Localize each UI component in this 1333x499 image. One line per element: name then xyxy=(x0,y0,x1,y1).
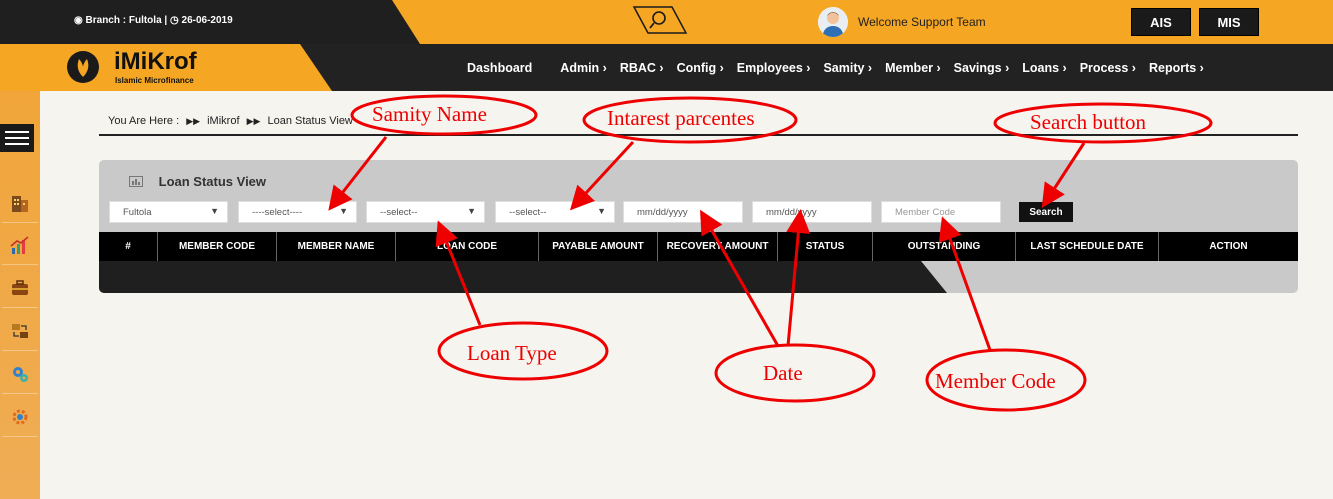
search-toggle-button[interactable] xyxy=(632,6,688,34)
brand-name[interactable]: iMiKrof xyxy=(114,48,197,76)
branch-info: ◉ Branch : Fultola | ◷ 26-06-2019 xyxy=(74,15,233,26)
nav-samity[interactable]: Samity › xyxy=(823,61,872,75)
briefcase-icon[interactable] xyxy=(2,268,38,308)
annotation-search-button: Search button xyxy=(1030,110,1147,134)
breadcrumb-home-link[interactable]: iMikrof xyxy=(207,115,239,127)
current-date: 26-06-2019 xyxy=(181,15,233,26)
ais-button[interactable]: AIS xyxy=(1131,8,1191,36)
globe-icon: ◉ xyxy=(74,15,83,26)
caret-down-icon: ▼ xyxy=(339,206,348,216)
settings-icon[interactable] xyxy=(2,397,38,437)
panel-title: Loan Status View xyxy=(129,174,266,190)
table-body-empty xyxy=(99,261,947,293)
col-status[interactable]: STATUS xyxy=(778,232,873,261)
loan-type-select-value: --select-- xyxy=(380,206,418,218)
logo[interactable] xyxy=(67,51,99,83)
leaf-logo-icon xyxy=(77,59,89,77)
annotation-date: Date xyxy=(763,361,803,385)
member-code-input[interactable]: Member Code xyxy=(881,201,1001,223)
nav-rbac[interactable]: RBAC › xyxy=(620,61,664,75)
col-recovery-amount[interactable]: RECOVERY AMOUNT xyxy=(658,232,778,261)
brand-subtitle: Islamic Microfinance xyxy=(115,76,194,85)
date-from-input[interactable]: mm/dd/yyyy xyxy=(623,201,743,223)
building-icon[interactable] xyxy=(2,183,38,223)
welcome-text: Welcome Support Team xyxy=(858,15,986,29)
nav-admin[interactable]: Admin › xyxy=(560,61,607,75)
panel-title-text: Loan Status View xyxy=(158,174,267,189)
breadcrumb-current: Loan Status View xyxy=(267,115,353,127)
nav-process[interactable]: Process › xyxy=(1080,61,1136,75)
loan-status-panel: Loan Status View Fultola ▼ ----select---… xyxy=(99,160,1298,293)
col-action[interactable]: ACTION xyxy=(1159,232,1298,261)
annotation-member-code: Member Code xyxy=(935,369,1056,393)
date-to-input[interactable]: mm/dd/yyyy xyxy=(752,201,872,223)
nav-savings[interactable]: Savings › xyxy=(954,61,1010,75)
nav-dashboard[interactable]: Dashboard xyxy=(467,61,532,75)
date-to-placeholder: mm/dd/yyyy xyxy=(766,206,817,218)
breadcrumb-prefix: You Are Here : xyxy=(108,115,180,127)
interest-select-value: --select-- xyxy=(509,206,547,218)
samity-select[interactable]: ----select---- ▼ xyxy=(238,201,357,223)
col-last-schedule-date[interactable]: LAST SCHEDULE DATE xyxy=(1016,232,1159,261)
nav-reports[interactable]: Reports › xyxy=(1149,61,1204,75)
annotation-loan-type: Loan Type xyxy=(467,341,557,365)
chart-icon[interactable] xyxy=(2,225,38,265)
user-avatar-icon xyxy=(818,7,848,37)
interest-select[interactable]: --select-- ▼ xyxy=(495,201,615,223)
search-button[interactable]: Search xyxy=(1019,202,1073,222)
caret-down-icon: ▼ xyxy=(597,206,606,216)
col-payable-amount[interactable]: PAYABLE AMOUNT xyxy=(539,232,658,261)
nav-employees[interactable]: Employees › xyxy=(737,61,811,75)
nav-config[interactable]: Config › xyxy=(677,61,724,75)
nav-loans[interactable]: Loans › xyxy=(1022,61,1066,75)
date-from-placeholder: mm/dd/yyyy xyxy=(637,206,688,218)
user-welcome[interactable]: Welcome Support Team xyxy=(818,7,986,37)
col-member-name[interactable]: MEMBER NAME xyxy=(277,232,396,261)
clock-icon: ◷ xyxy=(170,15,179,26)
samity-select-value: ----select---- xyxy=(252,206,303,218)
double-arrow-icon: ▶▶ xyxy=(246,116,261,126)
annotation-samity-name: Samity Name xyxy=(372,102,487,126)
col-index[interactable]: # xyxy=(99,232,158,261)
nav-menu: Dashboard Admin › RBAC › Config › Employ… xyxy=(467,44,1217,91)
mis-button[interactable]: MIS xyxy=(1199,8,1259,36)
table-header: # MEMBER CODE MEMBER NAME LOAN CODE PAYA… xyxy=(99,232,1298,261)
loan-type-select[interactable]: --select-- ▼ xyxy=(366,201,485,223)
col-outstanding[interactable]: OUTSTANDING xyxy=(873,232,1016,261)
caret-down-icon: ▼ xyxy=(210,206,219,216)
breadcrumb: You Are Here : ▶▶ iMikrof ▶▶ Loan Status… xyxy=(108,115,353,127)
branch-label: Branch : Fultola | xyxy=(85,15,168,26)
avatar[interactable] xyxy=(818,7,848,37)
gears-icon[interactable] xyxy=(2,354,38,394)
branch-select-value: Fultola xyxy=(123,206,152,218)
branch-select[interactable]: Fultola ▼ xyxy=(109,201,228,223)
member-code-placeholder: Member Code xyxy=(895,206,956,218)
transfer-icon[interactable] xyxy=(2,311,38,351)
bar-chart-icon xyxy=(129,175,143,190)
search-icon xyxy=(632,6,688,34)
col-loan-code[interactable]: LOAN CODE xyxy=(396,232,539,261)
annotation-interest: Intarest parcentes xyxy=(607,106,755,130)
double-arrow-icon: ▶▶ xyxy=(186,116,201,126)
hamburger-menu-icon[interactable] xyxy=(0,124,34,152)
col-member-code[interactable]: MEMBER CODE xyxy=(158,232,277,261)
caret-down-icon: ▼ xyxy=(467,206,476,216)
nav-member[interactable]: Member › xyxy=(885,61,941,75)
